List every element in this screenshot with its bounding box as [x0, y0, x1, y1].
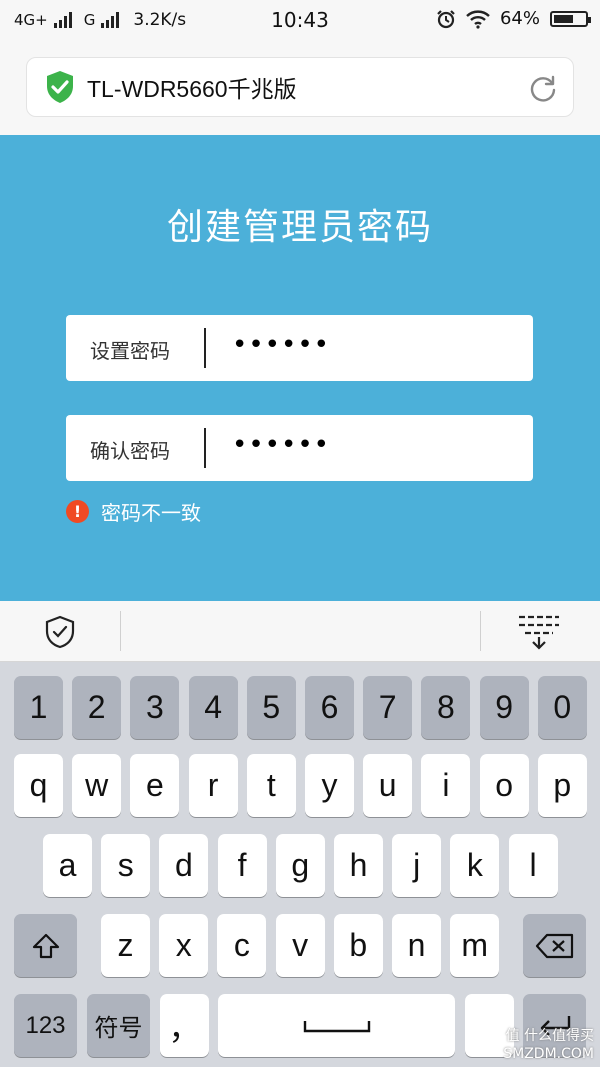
- key-d[interactable]: d: [159, 834, 209, 897]
- toolbar-divider: [120, 611, 121, 651]
- backspace-icon: [535, 933, 573, 958]
- confirm-password-label: 确认密码: [90, 439, 170, 463]
- key-k[interactable]: k: [450, 834, 500, 897]
- password-label: 设置密码: [90, 339, 170, 363]
- key-4[interactable]: 4: [188, 676, 238, 739]
- key-j[interactable]: j: [392, 834, 442, 897]
- status-bar: 4G+ G 3.2K/s 10:43 64%: [0, 0, 600, 42]
- error-text: 密码不一致: [101, 501, 201, 525]
- battery-icon: [550, 10, 591, 27]
- key-y[interactable]: y: [305, 754, 354, 817]
- shield-check-icon: [47, 71, 73, 103]
- password-field[interactable]: 设置密码 ••••••: [66, 315, 533, 381]
- key-3[interactable]: 3: [130, 676, 180, 739]
- key-z[interactable]: z: [101, 914, 150, 977]
- key-m[interactable]: m: [450, 914, 500, 977]
- watermark: 值 什么值得买 SMZDM.COM: [503, 1027, 594, 1063]
- shift-icon: [32, 933, 59, 958]
- comma-key[interactable]: ，: [160, 994, 209, 1057]
- space-key[interactable]: [218, 994, 455, 1057]
- page-title: TL-WDR5660千兆版: [87, 76, 297, 102]
- key-b[interactable]: b: [333, 914, 383, 977]
- key-1[interactable]: 1: [14, 676, 63, 739]
- key-9[interactable]: 9: [479, 676, 529, 739]
- reload-icon[interactable]: [529, 74, 557, 102]
- key-e[interactable]: e: [130, 754, 180, 817]
- key-8[interactable]: 8: [421, 676, 471, 739]
- key-h[interactable]: h: [334, 834, 383, 897]
- key-i[interactable]: i: [421, 754, 471, 817]
- shift-key[interactable]: [14, 914, 77, 977]
- watermark-line2: SMZDM.COM: [503, 1046, 594, 1062]
- password-input[interactable]: ••••••: [232, 330, 330, 360]
- alarm-icon: [437, 9, 455, 28]
- error-icon: !: [66, 500, 89, 523]
- key-p[interactable]: p: [537, 754, 587, 817]
- text-cursor: [204, 428, 206, 468]
- key-2[interactable]: 2: [72, 676, 122, 739]
- key-5[interactable]: 5: [246, 676, 296, 739]
- confirm-password-field[interactable]: 确认密码 ••••••: [66, 415, 533, 481]
- symbols-key[interactable]: 符号: [87, 994, 150, 1057]
- space-icon: [303, 1020, 370, 1032]
- battery-percent: 64%: [499, 8, 540, 29]
- key-r[interactable]: r: [188, 754, 238, 817]
- hide-keyboard-icon[interactable]: [517, 613, 561, 651]
- key-f[interactable]: f: [217, 834, 267, 897]
- numbers-key[interactable]: 123: [14, 994, 77, 1057]
- status-icons: 64%: [436, 8, 591, 29]
- watermark-line1: 值 什么值得买: [505, 1028, 594, 1044]
- key-v[interactable]: v: [275, 914, 325, 977]
- keyboard: 1234567890 qwertyuiop asdfghjkl zxcvbnm …: [0, 662, 600, 1067]
- key-a[interactable]: a: [43, 834, 92, 897]
- text-cursor: [204, 328, 206, 368]
- toolbar-divider: [480, 611, 481, 651]
- key-0[interactable]: 0: [537, 676, 587, 739]
- page-heading: 创建管理员密码: [166, 207, 433, 248]
- key-6[interactable]: 6: [305, 676, 354, 739]
- keyboard-shield-icon[interactable]: [44, 615, 76, 649]
- confirm-password-input[interactable]: ••••••: [232, 430, 330, 460]
- key-w[interactable]: w: [72, 754, 122, 817]
- key-7[interactable]: 7: [363, 676, 413, 739]
- backspace-key[interactable]: [523, 914, 586, 977]
- key-x[interactable]: x: [159, 914, 209, 977]
- key-u[interactable]: u: [363, 754, 413, 817]
- key-t[interactable]: t: [246, 754, 296, 817]
- keyboard-toolbar: [0, 601, 600, 662]
- wifi-icon: [466, 9, 490, 29]
- key-q[interactable]: q: [14, 754, 63, 817]
- error-message: ! 密码不一致: [66, 497, 201, 526]
- key-c[interactable]: c: [217, 914, 267, 977]
- key-l[interactable]: l: [508, 834, 558, 897]
- key-n[interactable]: n: [392, 914, 441, 977]
- address-bar[interactable]: TL-WDR5660千兆版: [26, 57, 574, 117]
- key-g[interactable]: g: [275, 834, 325, 897]
- key-o[interactable]: o: [479, 754, 529, 817]
- key-s[interactable]: s: [101, 834, 151, 897]
